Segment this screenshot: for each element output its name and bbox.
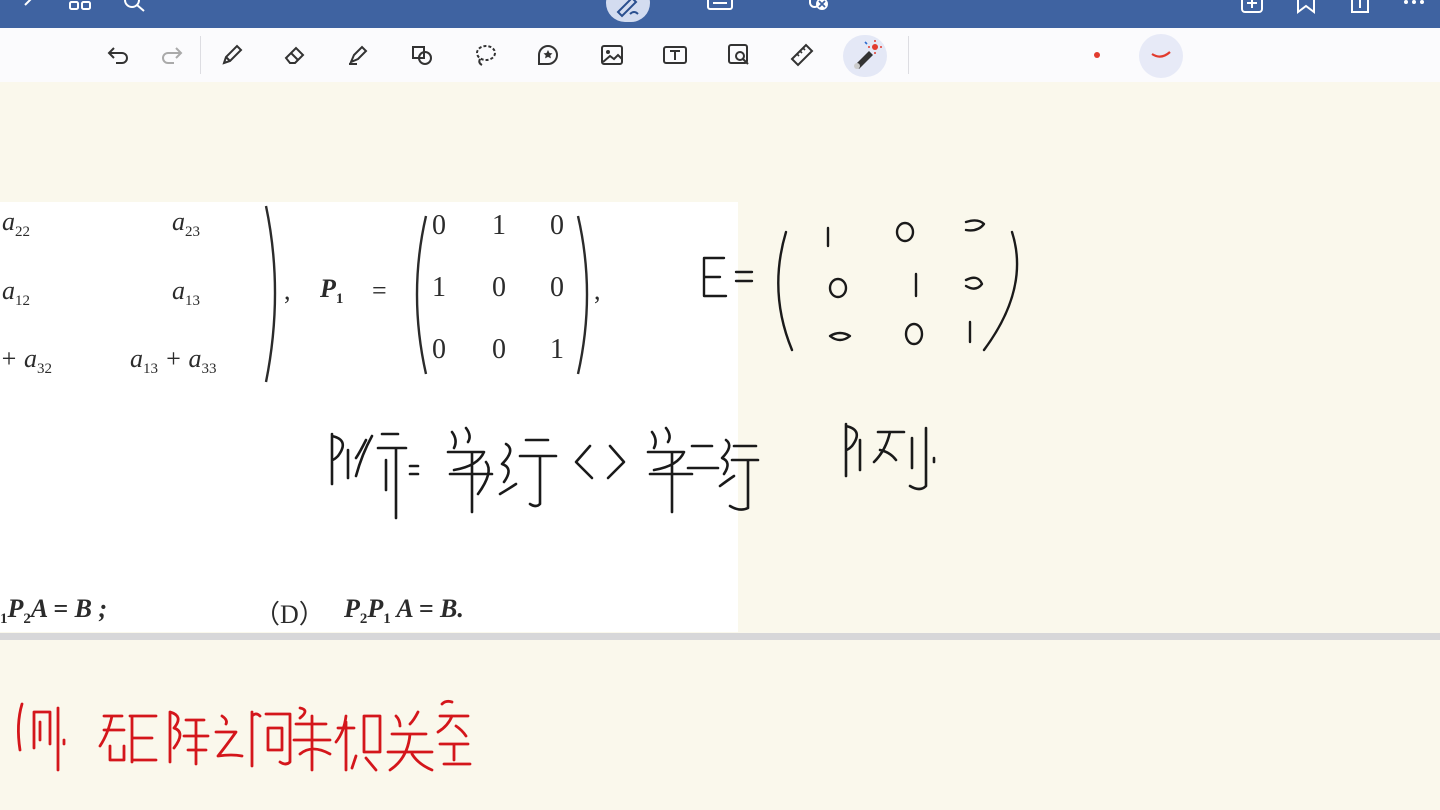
matrix-entry: a13 (172, 276, 200, 309)
p1-label: P1 (320, 274, 344, 307)
mic-off-icon[interactable] (802, 0, 832, 22)
pasted-problem-image[interactable] (0, 202, 738, 632)
bookmark-icon[interactable] (1292, 0, 1322, 22)
ruler-icon[interactable] (785, 38, 819, 72)
toolbar-separator (908, 36, 909, 74)
highlighter-icon[interactable] (341, 38, 375, 72)
image-zoom-icon[interactable] (722, 38, 756, 72)
laser-pointer-button[interactable] (843, 35, 887, 77)
option-d-text: P2P1 A = B. (344, 594, 464, 627)
matrix-entry: 0 (492, 334, 506, 365)
color-swatch-red[interactable] (1094, 52, 1100, 58)
matrix-entry: 0 (492, 272, 506, 303)
toolbar-separator (200, 36, 201, 74)
pen-icon[interactable] (215, 38, 249, 72)
matrix-entry: 1 (492, 210, 506, 241)
shapes-icon[interactable] (405, 38, 439, 72)
sticker-icon[interactable] (531, 38, 565, 72)
option-c-text: 1P2A = B ; (0, 594, 108, 627)
matrix-entry: 0 (432, 334, 446, 365)
matrix-entry: 0 (550, 272, 564, 303)
add-page-icon[interactable] (1238, 0, 1268, 22)
search-icon[interactable] (120, 0, 150, 22)
matrix-entry: a23 (172, 207, 200, 240)
top-bar (0, 0, 1440, 28)
text-box-icon[interactable] (658, 38, 692, 72)
image-icon[interactable] (595, 38, 629, 72)
keyboard-icon[interactable] (706, 0, 736, 22)
share-icon[interactable] (1346, 0, 1376, 22)
undo-icon[interactable] (101, 38, 135, 72)
matrix-entry: a13 + a33 (130, 344, 217, 377)
matrix-entry: 1 (550, 334, 564, 365)
matrix-entry: 1 (432, 272, 446, 303)
back-icon[interactable] (14, 0, 44, 22)
matrix-entry: + a32 (0, 344, 53, 377)
equals-sign: = (372, 276, 387, 305)
matrix-entry: a22 (2, 207, 30, 240)
lasso-icon[interactable] (468, 38, 502, 72)
comma: , (594, 276, 601, 305)
selected-color-icon[interactable] (1139, 34, 1183, 78)
pen-mode-icon[interactable] (606, 0, 650, 22)
comma: , (284, 276, 291, 305)
eraser-icon[interactable] (278, 38, 312, 72)
more-icon[interactable] (1400, 0, 1430, 22)
option-d-label: （D） (254, 600, 325, 629)
note-page-2[interactable] (0, 640, 1440, 810)
matrix-entry: 0 (432, 210, 446, 241)
page-divider (0, 633, 1440, 640)
matrix-entry: a12 (2, 276, 30, 309)
grid-icon[interactable] (66, 0, 96, 22)
redo-icon[interactable] (155, 38, 189, 72)
matrix-entry: 0 (550, 210, 564, 241)
drawing-toolbar (0, 28, 1440, 83)
